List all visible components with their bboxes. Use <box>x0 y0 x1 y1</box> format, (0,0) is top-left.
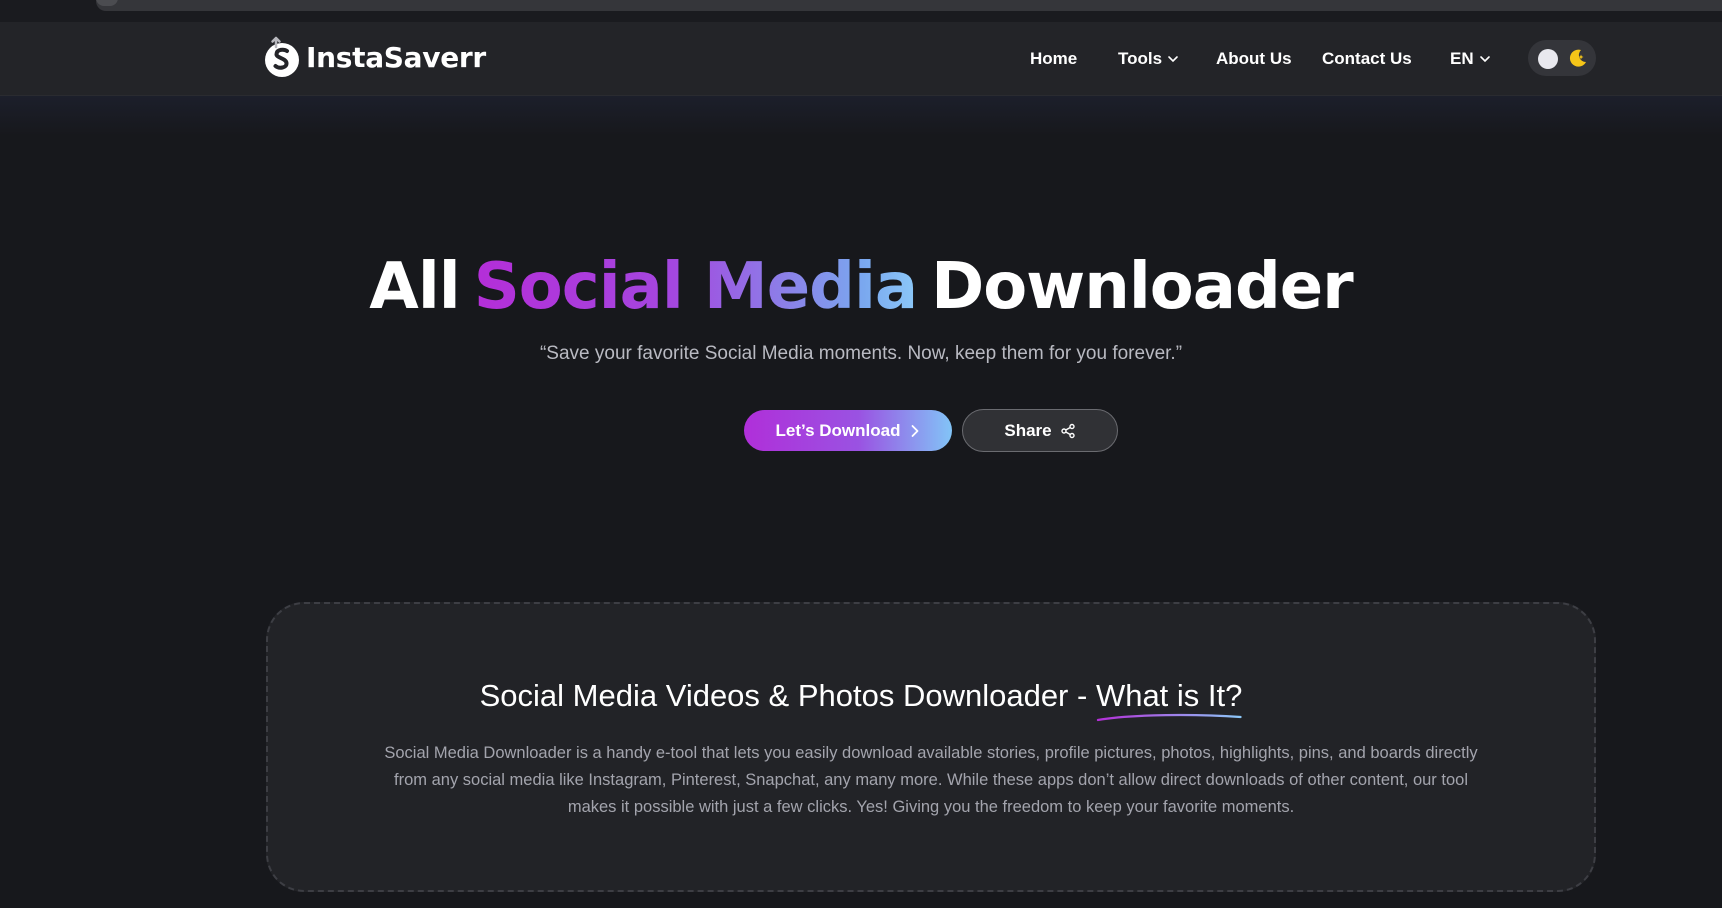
hero-title-highlight: Social Media <box>473 250 918 324</box>
nav-contact-us[interactable]: Contact Us <box>1322 44 1412 74</box>
language-label: EN <box>1450 49 1474 68</box>
main-nav: Home Tools About Us Contact Us EN <box>0 44 1722 74</box>
moon-icon <box>1569 49 1586 67</box>
hero-title-end: Downloader <box>931 250 1354 324</box>
card-description: Social Media Downloader is a handy e-too… <box>384 744 1478 816</box>
nav-home[interactable]: Home <box>1030 44 1077 74</box>
chevron-down-icon <box>1168 56 1178 63</box>
card-title-start: Social Media Videos & Photos Downloader … <box>479 678 1096 713</box>
hero-background <box>0 96 1722 136</box>
card-title: Social Media Videos & Photos Downloader … <box>0 678 1722 722</box>
share-icon <box>1060 423 1075 438</box>
chevron-right-icon <box>911 424 918 437</box>
lets-download-button[interactable]: Let’s Download <box>744 410 952 451</box>
nav-about-us[interactable]: About Us <box>1216 44 1292 74</box>
share-button[interactable]: Share <box>962 409 1118 452</box>
card-title-highlight: What is It? <box>1095 678 1243 722</box>
nav-tools[interactable]: Tools <box>1118 44 1179 74</box>
nav-tools-label: Tools <box>1118 49 1163 68</box>
hero-subtitle: “Save your favorite Social Media moments… <box>539 343 1183 364</box>
lets-download-label: Let’s Download <box>775 420 901 440</box>
nav-home-label: Home <box>1030 49 1078 68</box>
browser-tab-bar <box>96 0 1722 11</box>
language-selector[interactable]: EN <box>1450 44 1491 74</box>
nav-contact-label: Contact Us <box>1322 49 1412 68</box>
underline-swoosh <box>1096 713 1242 722</box>
theme-toggle[interactable] <box>1528 40 1596 76</box>
chevron-down-icon <box>1479 56 1490 63</box>
share-label: Share <box>1004 420 1052 440</box>
theme-toggle-knob <box>1538 49 1558 69</box>
nav-about-label: About Us <box>1216 49 1292 68</box>
hero-title: All Social Media Downloader <box>0 250 1722 324</box>
site-header: InstaSaverr Home Tools About Us Contact … <box>0 22 1722 96</box>
hero-title-start: All <box>369 250 460 324</box>
browser-strip <box>0 0 1722 22</box>
card-title-highlight-text: What is It? <box>1095 678 1243 713</box>
